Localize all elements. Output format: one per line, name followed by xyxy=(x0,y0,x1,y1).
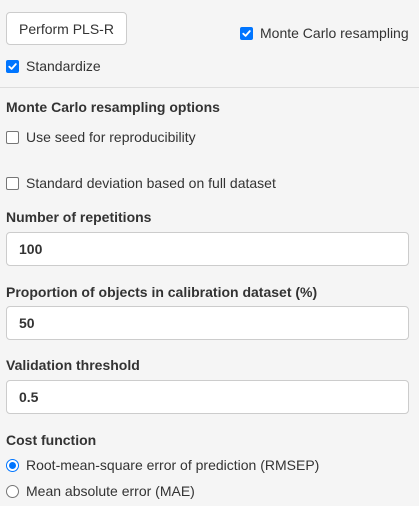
threshold-input[interactable] xyxy=(6,380,409,414)
standardize-checkbox[interactable] xyxy=(6,59,19,73)
use-seed-toggle[interactable]: Use seed for reproducibility xyxy=(6,129,196,145)
section-divider xyxy=(0,87,419,88)
cost-option-rmsep[interactable]: Root-mean-square error of prediction (RM… xyxy=(6,457,319,473)
mae-radio[interactable] xyxy=(6,484,19,498)
monte-carlo-checkbox[interactable] xyxy=(240,26,253,40)
use-seed-checkbox[interactable] xyxy=(6,130,19,144)
cost-function-title: Cost function xyxy=(6,432,97,448)
std-full-dataset-checkbox[interactable] xyxy=(6,176,19,190)
repetitions-label: Number of repetitions xyxy=(6,209,152,225)
cost-option-mae[interactable]: Mean absolute error (MAE) xyxy=(6,483,195,499)
checkmark-icon xyxy=(242,29,251,37)
monte-carlo-label: Monte Carlo resampling xyxy=(260,25,409,41)
mae-label: Mean absolute error (MAE) xyxy=(26,483,195,499)
checkmark-icon xyxy=(8,62,17,70)
std-full-dataset-label: Standard deviation based on full dataset xyxy=(26,175,276,191)
threshold-label: Validation threshold xyxy=(6,357,140,373)
standardize-toggle[interactable]: Standardize xyxy=(6,58,101,74)
rmsep-radio[interactable] xyxy=(6,458,19,472)
rmsep-label: Root-mean-square error of prediction (RM… xyxy=(26,457,320,473)
use-seed-label: Use seed for reproducibility xyxy=(26,129,196,145)
standardize-label: Standardize xyxy=(26,58,101,74)
monte-carlo-toggle[interactable]: Monte Carlo resampling xyxy=(240,25,409,41)
std-full-dataset-toggle[interactable]: Standard deviation based on full dataset xyxy=(6,175,276,191)
mc-options-title: Monte Carlo resampling options xyxy=(6,99,220,115)
repetitions-input[interactable] xyxy=(6,232,409,266)
proportion-input[interactable] xyxy=(6,306,409,340)
proportion-label: Proportion of objects in calibration dat… xyxy=(6,284,318,300)
perform-pls-r-button[interactable]: Perform PLS-R xyxy=(6,12,127,45)
